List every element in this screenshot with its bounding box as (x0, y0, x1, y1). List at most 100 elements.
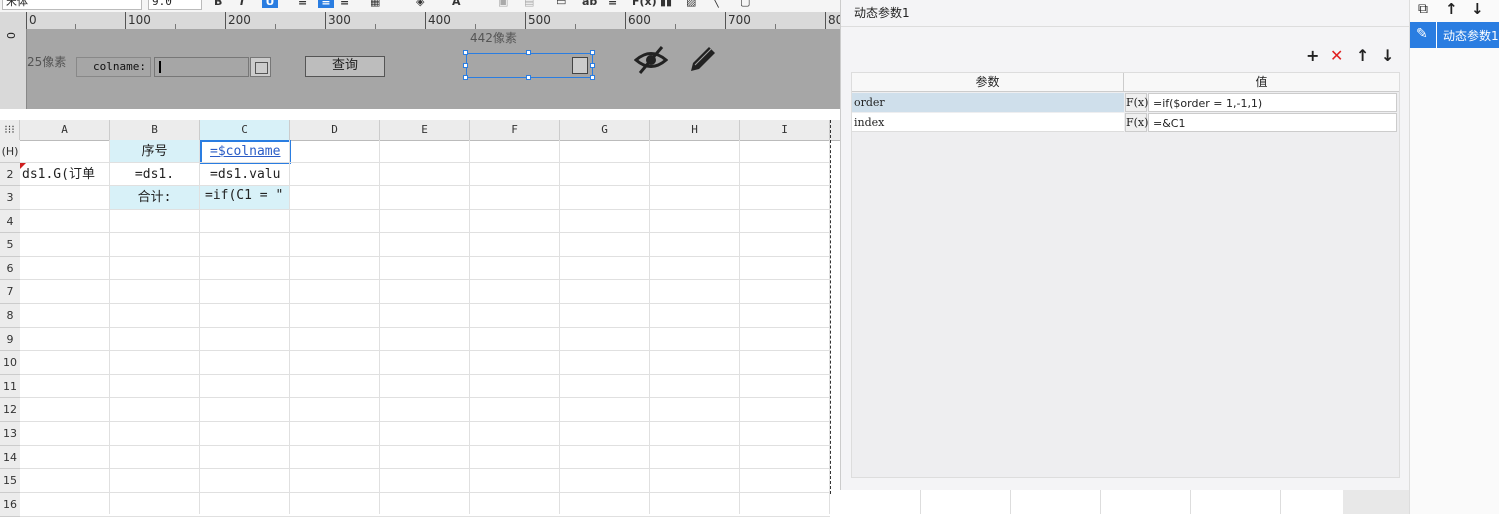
formula-fx-icon[interactable]: F(x) (1125, 113, 1148, 132)
colname-label[interactable]: colname: (76, 57, 151, 77)
slash-icon[interactable]: ╲ (712, 0, 719, 8)
align-right-icon[interactable]: ≡ (340, 0, 349, 8)
cell-C3[interactable]: =if(C1 = " (200, 186, 290, 210)
row-header[interactable]: 8 (0, 304, 20, 328)
horizontal-ruler: 0 100 200 300 400 500 600 700 80 (0, 12, 843, 30)
column-header-bar: ⁝⁝⁝ A B C D E F G H I (0, 120, 840, 141)
row-header[interactable]: 12 (0, 398, 20, 422)
divider (841, 26, 1409, 27)
row-header[interactable]: 13 (0, 422, 20, 446)
row-header[interactable]: 7 (0, 280, 20, 304)
italic-button[interactable]: I (240, 0, 244, 8)
column-header[interactable]: G (560, 120, 650, 140)
ruler-tick: 700 (725, 12, 751, 29)
formula-icon[interactable]: F(x) (632, 0, 657, 8)
eye-slash-icon[interactable] (634, 43, 668, 77)
column-header[interactable]: D (290, 120, 380, 140)
paragraph-icon[interactable]: ≡ (608, 0, 617, 8)
param-name-cell[interactable]: index (852, 113, 1124, 132)
row-header[interactable]: 14 (0, 446, 20, 469)
row-header[interactable]: 5 (0, 233, 20, 257)
align-left-icon[interactable]: ≡ (298, 0, 307, 8)
move-up-icon[interactable]: ↑ (1445, 0, 1458, 18)
sub-report-icon[interactable]: ▢ (740, 0, 750, 8)
copy-icon[interactable]: ⧉ (1418, 1, 1428, 17)
bold-button[interactable]: B (214, 0, 222, 8)
pencil-icon[interactable] (685, 43, 719, 77)
grid-row-line (20, 492, 830, 493)
row-header[interactable]: 11 (0, 375, 20, 398)
row-header[interactable]: 16 (0, 493, 20, 517)
merge-icon[interactable]: ▣ (498, 0, 508, 8)
border-icon[interactable]: ▦ (370, 0, 380, 8)
cell-B3[interactable]: 合计: (110, 186, 200, 210)
cell-C1[interactable]: =$colname (200, 140, 291, 164)
more-icon[interactable]: ⋮ (1494, 0, 1499, 14)
ruler-tick: 300 (325, 12, 351, 29)
delete-icon[interactable]: ✕ (1330, 46, 1343, 65)
column-header[interactable]: F (470, 120, 560, 140)
move-down-icon[interactable]: ↓ (1381, 46, 1394, 65)
column-header[interactable]: I (740, 120, 830, 140)
font-color-icon[interactable]: A (452, 0, 461, 8)
colname-field[interactable] (154, 57, 249, 77)
param-name-cell[interactable]: order (852, 93, 1124, 112)
grid-col-line (469, 140, 470, 514)
page-break-line (830, 120, 831, 494)
ruler-tick: 500 (525, 12, 551, 29)
cell-C2[interactable]: =ds1.valu (200, 163, 290, 186)
format-toolbar: 宋体 9.0 B I U ≡ ≡ ≡ ▦ ◈ A ▣ ▤ ▭ ab ≡ F(x)… (0, 0, 840, 12)
column-header[interactable]: C (200, 120, 290, 140)
insert-icon[interactable]: ▭ (556, 0, 566, 8)
split-icon[interactable]: ▤ (524, 0, 534, 8)
query-button[interactable]: 查询 (305, 56, 385, 77)
chart-icon[interactable]: ▮▮ (660, 0, 672, 8)
grid-col-line (559, 140, 560, 514)
param-column-header: 参数 (852, 73, 1124, 92)
cell-B2[interactable]: =ds1. (110, 163, 200, 186)
row-header[interactable]: (H) (0, 140, 20, 163)
column-header[interactable]: E (380, 120, 470, 140)
row-header[interactable]: 10 (0, 351, 20, 375)
cell-A2[interactable]: ds1.G(订单 (20, 163, 110, 186)
image-icon[interactable]: ▨ (686, 0, 696, 8)
parameter-panel[interactable]: 25像素 442像素 colname: 查询 (27, 29, 840, 109)
param-list-item[interactable]: ✎ 动态参数1 (1410, 22, 1499, 48)
align-center-icon[interactable]: ≡ (318, 0, 334, 8)
row-header[interactable]: 6 (0, 257, 20, 280)
ruler-tick: 0 (5, 32, 18, 39)
text-icon[interactable]: ab (582, 0, 597, 8)
move-down-icon[interactable]: ↓ (1471, 0, 1484, 18)
grid-col-line (109, 140, 110, 514)
grid-row-line (20, 350, 830, 351)
grid-row-line (20, 303, 830, 304)
row-header[interactable]: 2 (0, 163, 20, 186)
select-all-corner[interactable]: ⁝⁝⁝ (0, 120, 20, 140)
param-value-input[interactable]: =if($order = 1,-1,1) (1148, 93, 1397, 112)
cell-marker-icon (20, 163, 26, 169)
row-header[interactable]: 4 (0, 210, 20, 233)
formula-fx-icon[interactable]: F(x) (1125, 93, 1148, 112)
grid-col-line (199, 140, 200, 514)
grid-row-line (20, 468, 830, 469)
column-header[interactable]: H (650, 120, 740, 140)
param-value-input[interactable]: =&C1 (1148, 113, 1397, 132)
add-icon[interactable]: + (1306, 46, 1319, 65)
cell-B1[interactable]: 序号 (110, 140, 200, 163)
grid-col-line (739, 140, 740, 514)
row-header[interactable]: 3 (0, 186, 20, 210)
underline-button[interactable]: U (262, 0, 278, 8)
row-header[interactable]: 9 (0, 328, 20, 351)
calendar-icon[interactable] (250, 57, 271, 77)
column-header[interactable]: B (110, 120, 200, 140)
font-name-select[interactable]: 宋体 (2, 0, 142, 10)
column-header[interactable]: A (20, 120, 110, 140)
move-up-icon[interactable]: ↑ (1356, 46, 1369, 65)
spreadsheet-grid[interactable]: 序号 =$colname ds1.G(订单 =ds1. =ds1.valu 合计… (0, 120, 840, 517)
font-size-select[interactable]: 9.0 (148, 0, 202, 10)
row-header[interactable]: 15 (0, 469, 20, 493)
edit-icon: ✎ (1416, 26, 1428, 42)
fill-color-icon[interactable]: ◈ (416, 0, 424, 8)
param-table: 参数 值 order F(x) =if($order = 1,-1,1) ind… (851, 72, 1400, 478)
dialog-title: 动态参数1 (854, 6, 910, 20)
